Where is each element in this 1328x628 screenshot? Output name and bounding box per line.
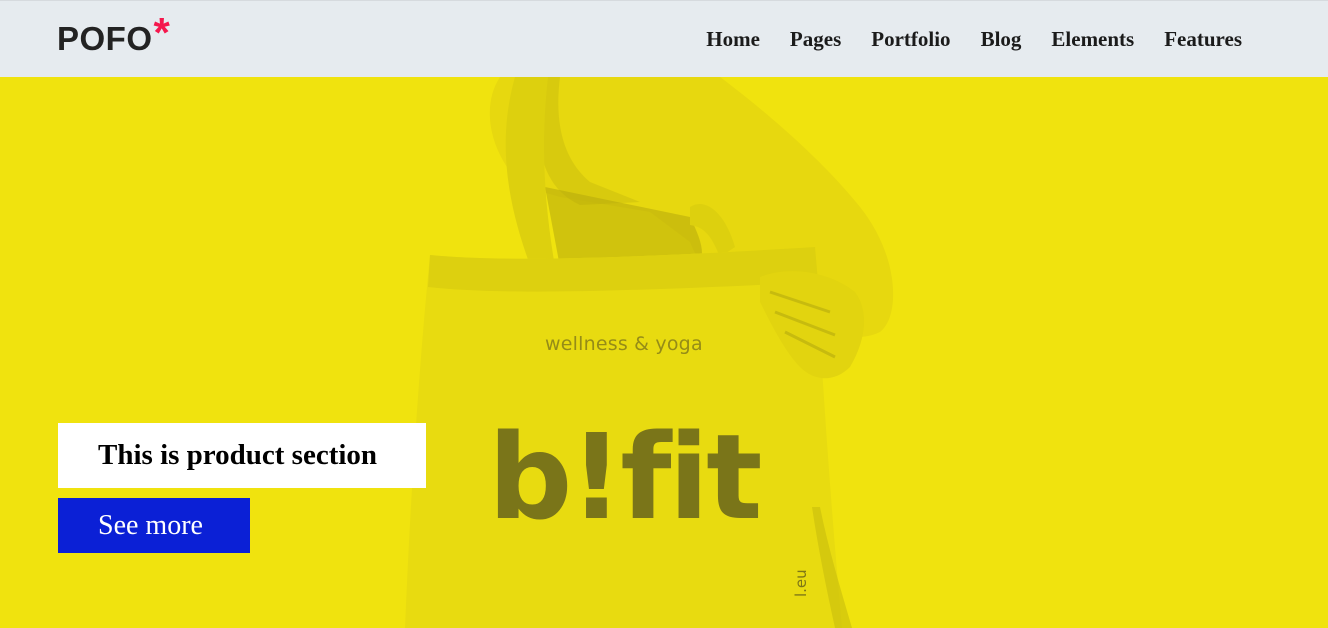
product-title: This is product section: [98, 439, 378, 471]
nav-item-portfolio[interactable]: Portfolio: [871, 27, 950, 52]
hero-section: wellness & yoga b!fit l.eu This is produ…: [0, 77, 1328, 628]
nav-item-pages[interactable]: Pages: [790, 27, 841, 52]
nav-item-elements[interactable]: Elements: [1051, 27, 1134, 52]
logo-text: POFO: [57, 20, 153, 57]
bag-brand: b!fit: [488, 408, 762, 546]
nav-item-features[interactable]: Features: [1164, 27, 1242, 52]
page: POFO * Home Pages Portfolio Blog Elements…: [0, 0, 1328, 628]
site-header: POFO * Home Pages Portfolio Blog Elements…: [0, 0, 1328, 77]
bag-side-text: l.eu: [792, 569, 810, 597]
nav-item-blog[interactable]: Blog: [981, 27, 1022, 52]
site-logo[interactable]: POFO *: [57, 12, 170, 59]
nav-item-home[interactable]: Home: [706, 27, 760, 52]
logo-asterisk-icon: *: [153, 9, 171, 56]
bag-tagline: wellness & yoga: [545, 333, 703, 355]
product-title-box: This is product section: [58, 423, 426, 488]
main-nav: Home Pages Portfolio Blog Elements Featu…: [676, 1, 1242, 78]
see-more-button[interactable]: See more: [58, 498, 250, 553]
